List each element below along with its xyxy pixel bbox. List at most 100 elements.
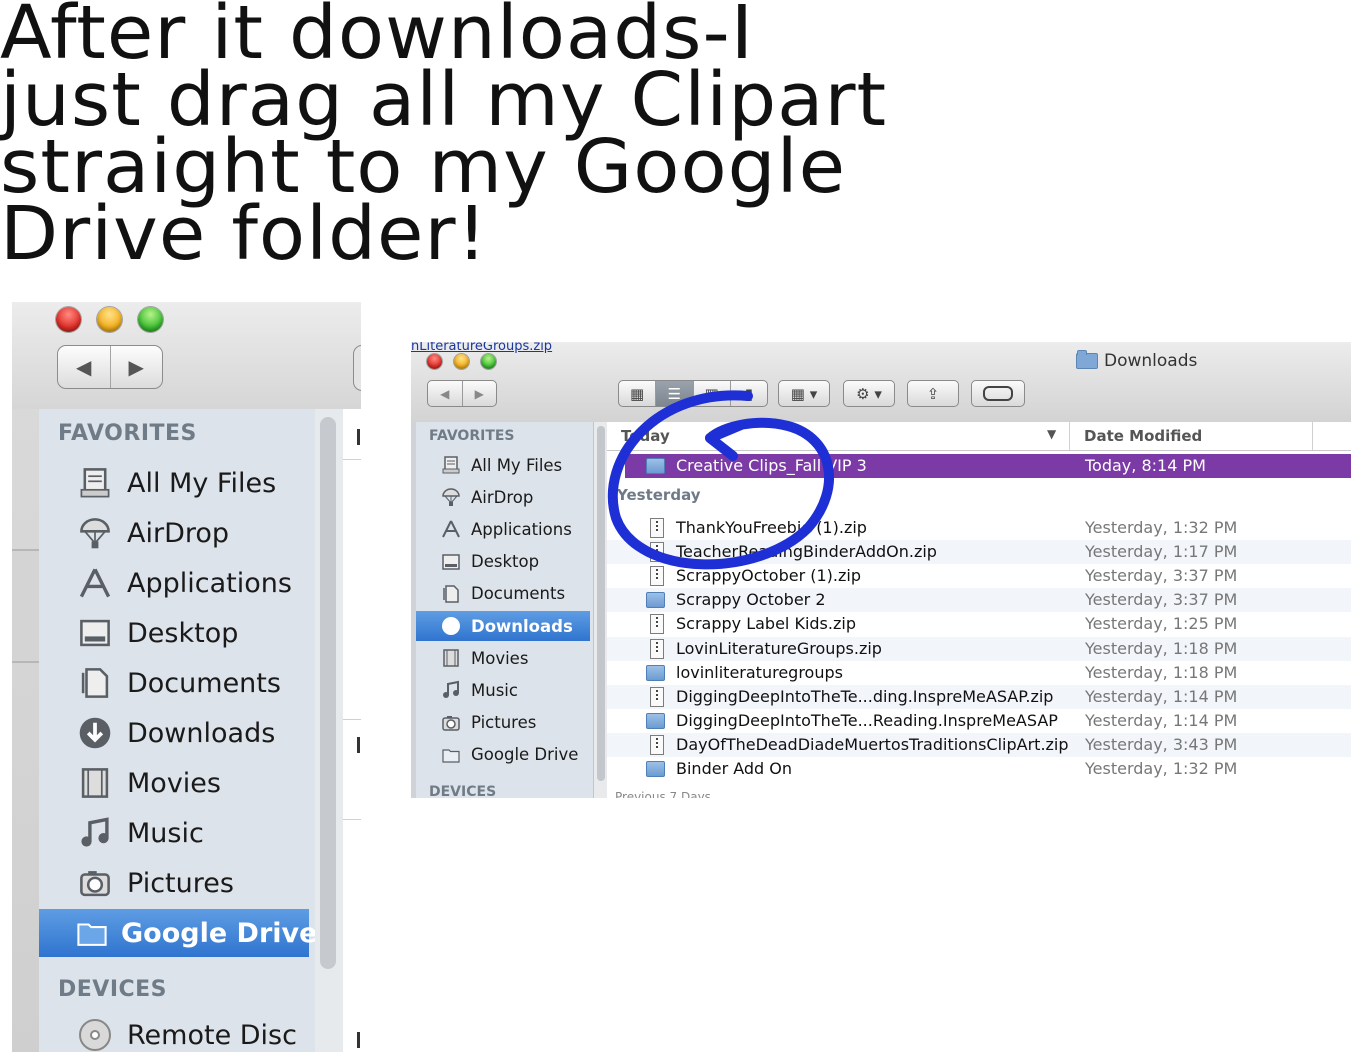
folder-icon xyxy=(646,761,665,777)
favorites-header: FAVORITES xyxy=(429,428,515,444)
sidebar-item-remote-disc[interactable]: Remote Disc xyxy=(39,1011,309,1052)
minimize-button[interactable] xyxy=(454,354,469,369)
sidebar-item-label: Pictures xyxy=(127,867,234,899)
sidebar-item-applications[interactable]: Applications xyxy=(39,559,309,607)
file-name: DiggingDeepIntoTheTe...Reading.InspreMeA… xyxy=(676,710,1058,730)
file-date: Yesterday, 1:18 PM xyxy=(1085,662,1238,682)
file-date: Yesterday, 1:25 PM xyxy=(1085,614,1238,634)
forward-button[interactable]: ▶ xyxy=(109,346,163,388)
finder-window: nLiteratureGroups.zip Downloads ◀ ▶ ▦ ☰ … xyxy=(411,342,1351,798)
sidebar-item-movies[interactable]: Movies xyxy=(39,759,309,807)
sidebar-item-label: AirDrop xyxy=(471,487,534,507)
caption-text: After it downloads-I just drag all my Cl… xyxy=(0,0,900,271)
share-button[interactable]: ⇪ xyxy=(907,380,959,407)
sidebar-item-music[interactable]: Music xyxy=(416,675,590,705)
applications-icon xyxy=(75,563,115,603)
window-title-text: Downloads xyxy=(1104,351,1198,371)
background-file-link: nLiteratureGroups.zip xyxy=(411,342,553,354)
sidebar-item-airdrop[interactable]: AirDrop xyxy=(39,509,309,557)
sidebar-item-pictures[interactable]: Pictures xyxy=(39,859,309,907)
documents-icon xyxy=(75,663,115,703)
folder-icon xyxy=(646,664,665,681)
sidebar-item-downloads[interactable]: Downloads xyxy=(416,611,590,641)
action-gear-button[interactable]: ⚙ ▾ xyxy=(843,380,895,407)
file-row[interactable]: DiggingDeepIntoTheTe...ding.InspreMeASAP… xyxy=(607,684,1351,709)
sidebar-item-label: Remote Disc xyxy=(127,1019,297,1051)
sidebar-item-label: Applications xyxy=(127,567,292,599)
window-edge xyxy=(411,422,416,798)
file-date: Yesterday, 1:14 PM xyxy=(1085,686,1238,706)
sidebar-item-applications[interactable]: Applications xyxy=(416,514,590,544)
sidebar-item-label: Desktop xyxy=(127,617,239,649)
drag-annotation-arrow-icon xyxy=(607,390,834,570)
sidebar-item-all-my-files[interactable]: All My Files xyxy=(416,450,590,480)
sidebar-item-label: Google Drive xyxy=(471,745,579,765)
file-date: Today, 8:14 PM xyxy=(1085,456,1206,475)
file-row[interactable]: DayOfTheDeadDiadeMuertosTraditionsClipAr… xyxy=(607,732,1351,757)
desktop-icon xyxy=(438,551,464,573)
desktop-icon xyxy=(75,613,115,653)
sidebar-item-downloads[interactable]: Downloads xyxy=(39,709,309,757)
sidebar-item-label: Documents xyxy=(127,667,281,699)
file-name: Binder Add On xyxy=(676,759,793,778)
zoomed-toolbar: ◀ ▶ xyxy=(12,302,361,409)
file-date: Yesterday, 1:14 PM xyxy=(1085,710,1238,730)
close-button[interactable] xyxy=(427,354,442,369)
sort-arrow-icon[interactable]: ▼ xyxy=(1047,427,1056,441)
file-date: Yesterday, 3:37 PM xyxy=(1085,590,1238,610)
file-row[interactable]: Scrappy Label Kids.zip Yesterday, 1:25 PM xyxy=(607,612,1351,636)
zoom-button[interactable] xyxy=(138,307,163,332)
sidebar-item-label: Desktop xyxy=(471,552,540,572)
applications-icon xyxy=(438,518,464,540)
file-row[interactable]: Binder Add On Yesterday, 1:32 PM xyxy=(607,757,1351,781)
folder-icon xyxy=(646,592,665,609)
window-edge xyxy=(12,409,39,1052)
tags-toggle-button[interactable] xyxy=(971,380,1025,407)
toolbar-button-partial[interactable] xyxy=(353,345,361,391)
zip-file-icon xyxy=(650,734,664,755)
zoom-button[interactable] xyxy=(481,354,496,369)
sidebar-item-desktop[interactable]: Desktop xyxy=(39,609,309,657)
sidebar-item-music[interactable]: Music xyxy=(39,809,309,857)
minimize-button[interactable] xyxy=(97,307,122,332)
file-row[interactable]: Scrappy October 2 Yesterday, 3:37 PM xyxy=(607,588,1351,613)
back-button[interactable]: ◀ xyxy=(58,346,110,388)
sidebar-item-label: Google Drive xyxy=(121,917,318,949)
file-row[interactable]: lovinliteraturegroups Yesterday, 1:18 PM xyxy=(607,661,1351,685)
sidebar-item-google-drive[interactable]: Google Drive xyxy=(39,909,317,957)
pictures-icon xyxy=(438,712,464,734)
all-files-icon xyxy=(438,454,464,476)
zip-file-icon xyxy=(650,638,664,659)
file-date: Yesterday, 1:32 PM xyxy=(1085,759,1238,778)
sidebar-item-label: Music xyxy=(471,680,518,700)
sidebar-item-desktop[interactable]: Desktop xyxy=(416,547,590,577)
sidebar-item-pictures[interactable]: Pictures xyxy=(416,708,590,738)
documents-icon xyxy=(438,583,464,605)
file-name: DayOfTheDeadDiadeMuertosTraditionsClipAr… xyxy=(676,734,1069,754)
sidebar-item-airdrop[interactable]: AirDrop xyxy=(416,482,590,512)
sidebar-item-label: Applications xyxy=(471,519,572,539)
close-button[interactable] xyxy=(56,307,81,332)
sidebar-item-documents[interactable]: Documents xyxy=(39,659,309,707)
back-button[interactable]: ◀ xyxy=(428,381,462,406)
downloads-icon xyxy=(75,713,115,753)
date-modified-column-header[interactable]: Date Modified xyxy=(1084,427,1202,445)
remote-disc-icon xyxy=(75,1015,115,1052)
file-row[interactable]: DiggingDeepIntoTheTe...Reading.InspreMeA… xyxy=(607,709,1351,733)
file-name: DiggingDeepIntoTheTe...ding.InspreMeASAP… xyxy=(676,686,1054,706)
file-row[interactable]: LovinLiteratureGroups.zip Yesterday, 1:18… xyxy=(607,636,1351,661)
sidebar-scrollbar[interactable] xyxy=(315,409,343,1052)
sidebar-item-documents[interactable]: Documents xyxy=(416,579,590,609)
downloads-icon xyxy=(438,615,464,637)
sidebar-item-google-drive[interactable]: Google Drive xyxy=(416,740,590,770)
folder-icon xyxy=(1076,350,1098,369)
sidebar-item-label: All My Files xyxy=(127,467,277,499)
music-icon xyxy=(438,679,464,701)
sidebar-item-all-my-files[interactable]: All My Files xyxy=(39,459,309,507)
sidebar-item-label: Downloads xyxy=(127,717,276,749)
file-date: Yesterday, 1:32 PM xyxy=(1085,518,1238,537)
sidebar-item-movies[interactable]: Movies xyxy=(416,643,590,673)
airdrop-icon xyxy=(438,486,464,508)
airdrop-icon xyxy=(75,513,115,553)
forward-button[interactable]: ▶ xyxy=(461,381,497,406)
